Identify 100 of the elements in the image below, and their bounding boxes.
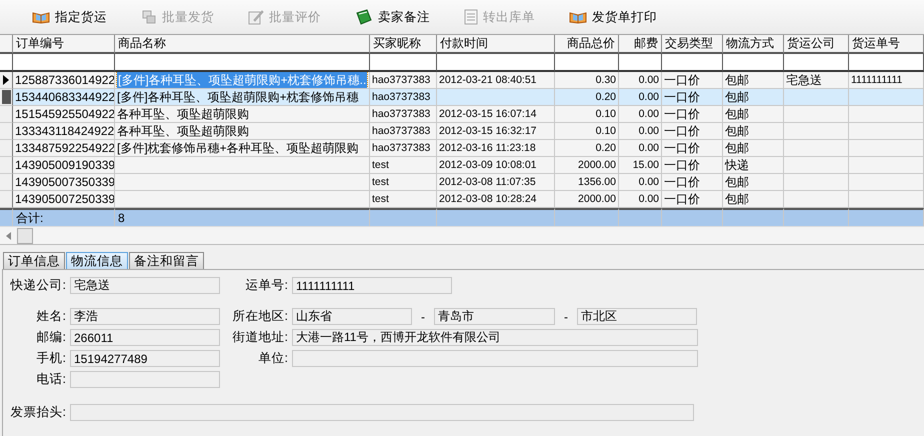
scroll-thumb[interactable] bbox=[17, 228, 33, 244]
input-field[interactable]: 宅急送 bbox=[70, 277, 220, 294]
table-cell: 0.20 bbox=[555, 89, 619, 106]
field-label: 姓名: bbox=[36, 308, 67, 325]
table-cell: 2012-03-08 10:28:24 bbox=[437, 191, 555, 208]
column-header[interactable]: 买家昵称 bbox=[370, 35, 437, 54]
table-cell: test bbox=[370, 191, 437, 208]
table-cell: 快递 bbox=[723, 157, 784, 174]
filter-field[interactable] bbox=[370, 54, 437, 72]
row-marker[interactable] bbox=[0, 157, 13, 174]
input-field[interactable]: 大港一路11号，西博开龙软件有限公司 bbox=[292, 329, 698, 346]
field-label: 所在地区: bbox=[232, 308, 289, 325]
toolbar-button[interactable]: 指定货运 bbox=[22, 4, 117, 30]
table-cell: 15.00 bbox=[619, 157, 662, 174]
filter-field[interactable] bbox=[849, 54, 924, 72]
column-header[interactable]: 商品名称 bbox=[115, 35, 370, 54]
input-field[interactable] bbox=[292, 350, 698, 367]
scroll-left-icon[interactable] bbox=[6, 232, 11, 240]
filter-field[interactable] bbox=[437, 54, 555, 72]
input-field[interactable]: 266011 bbox=[70, 329, 220, 346]
table-cell: 一口价 bbox=[662, 123, 723, 140]
input-field[interactable]: 市北区 bbox=[577, 308, 697, 325]
total-cell bbox=[370, 208, 437, 226]
selected-row-icon bbox=[2, 90, 10, 104]
field-label: 电话: bbox=[36, 371, 67, 388]
table-cell: 包邮 bbox=[723, 106, 784, 123]
table-cell: hao3737383 bbox=[370, 123, 437, 140]
table-cell: hao3737383 bbox=[370, 89, 437, 106]
toolbar-button[interactable]: 卖家备注 bbox=[345, 4, 440, 30]
field-label: 发票抬头: bbox=[10, 404, 67, 421]
table-cell: 2012-03-15 16:32:17 bbox=[437, 123, 555, 140]
toolbar-button[interactable]: 发货单打印 bbox=[559, 4, 667, 30]
row-marker[interactable] bbox=[0, 140, 13, 157]
tab[interactable]: 订单信息 bbox=[3, 252, 65, 269]
input-field[interactable]: 李浩 bbox=[70, 308, 220, 325]
table-cell: 一口价 bbox=[662, 174, 723, 191]
table-cell: 宅急送 bbox=[784, 72, 849, 89]
table-cell: 2012-03-09 10:08:01 bbox=[437, 157, 555, 174]
row-marker[interactable] bbox=[0, 89, 13, 106]
table-cell: test bbox=[370, 174, 437, 191]
book-icon bbox=[569, 10, 587, 24]
table-cell: 2012-03-08 11:07:35 bbox=[437, 174, 555, 191]
current-row-icon bbox=[3, 75, 9, 85]
column-header[interactable]: 邮费 bbox=[619, 35, 662, 54]
field-label: 单位: bbox=[258, 350, 289, 367]
filter-field[interactable] bbox=[13, 54, 115, 72]
filter-row-marker bbox=[0, 54, 13, 72]
horizontal-scrollbar[interactable] bbox=[0, 226, 924, 245]
table-cell: 一口价 bbox=[662, 72, 723, 89]
column-header[interactable]: 货运公司 bbox=[784, 35, 849, 54]
table-cell: hao3737383 bbox=[370, 140, 437, 157]
column-header[interactable]: 付款时间 bbox=[437, 35, 555, 54]
filter-field[interactable] bbox=[723, 54, 784, 72]
row-marker[interactable] bbox=[0, 123, 13, 140]
field-label: 运单号: bbox=[244, 277, 289, 294]
table-cell: 一口价 bbox=[662, 157, 723, 174]
table-cell: 2012-03-15 16:07:14 bbox=[437, 106, 555, 123]
filter-field[interactable] bbox=[619, 54, 662, 72]
field-label: 邮编: bbox=[36, 329, 67, 346]
row-marker[interactable] bbox=[0, 191, 13, 208]
column-header[interactable]: 物流方式 bbox=[723, 35, 784, 54]
row-marker[interactable] bbox=[0, 106, 13, 123]
row-marker[interactable] bbox=[0, 72, 13, 89]
filter-field[interactable] bbox=[662, 54, 723, 72]
column-header[interactable]: 交易类型 bbox=[662, 35, 723, 54]
row-marker[interactable] bbox=[0, 174, 13, 191]
table-cell: [多件]各种耳坠、项坠超萌限购+枕套修饰吊穗.. bbox=[115, 72, 370, 89]
table-cell: 0.00 bbox=[619, 123, 662, 140]
column-header[interactable]: 货运单号 bbox=[849, 35, 924, 54]
field-label: 快递公司: bbox=[9, 277, 67, 294]
tab[interactable]: 物流信息 bbox=[66, 252, 128, 269]
input-field[interactable]: 青岛市 bbox=[434, 308, 555, 325]
total-cell bbox=[555, 208, 619, 226]
table-cell: 0.30 bbox=[555, 72, 619, 89]
table-cell: 2012-03-21 08:40:51 bbox=[437, 72, 555, 89]
table-cell: 包邮 bbox=[723, 174, 784, 191]
column-header[interactable]: 商品总价 bbox=[555, 35, 619, 54]
input-field[interactable]: 山东省 bbox=[292, 308, 412, 325]
table-cell bbox=[784, 191, 849, 208]
input-field[interactable] bbox=[70, 371, 220, 388]
input-field[interactable]: 1111111111 bbox=[292, 277, 452, 294]
table-cell: 包邮 bbox=[723, 140, 784, 157]
table-cell: 0.10 bbox=[555, 123, 619, 140]
table-cell: 一口价 bbox=[662, 140, 723, 157]
table-cell: 0.00 bbox=[619, 106, 662, 123]
table-cell: 2012-03-16 11:23:18 bbox=[437, 140, 555, 157]
filter-field[interactable] bbox=[555, 54, 619, 72]
table-cell bbox=[784, 89, 849, 106]
input-field[interactable]: 15194277489 bbox=[70, 350, 220, 367]
edit-icon bbox=[248, 9, 264, 25]
input-field[interactable] bbox=[70, 404, 694, 421]
filter-field[interactable] bbox=[784, 54, 849, 72]
book-icon bbox=[32, 10, 50, 24]
column-header[interactable]: 订单编号 bbox=[13, 35, 115, 54]
table-cell: 一口价 bbox=[662, 89, 723, 106]
table-cell: hao3737383 bbox=[370, 106, 437, 123]
tab[interactable]: 备注和留言 bbox=[129, 252, 204, 269]
total-cell bbox=[723, 208, 784, 226]
table-cell bbox=[784, 174, 849, 191]
filter-field[interactable] bbox=[115, 54, 370, 72]
